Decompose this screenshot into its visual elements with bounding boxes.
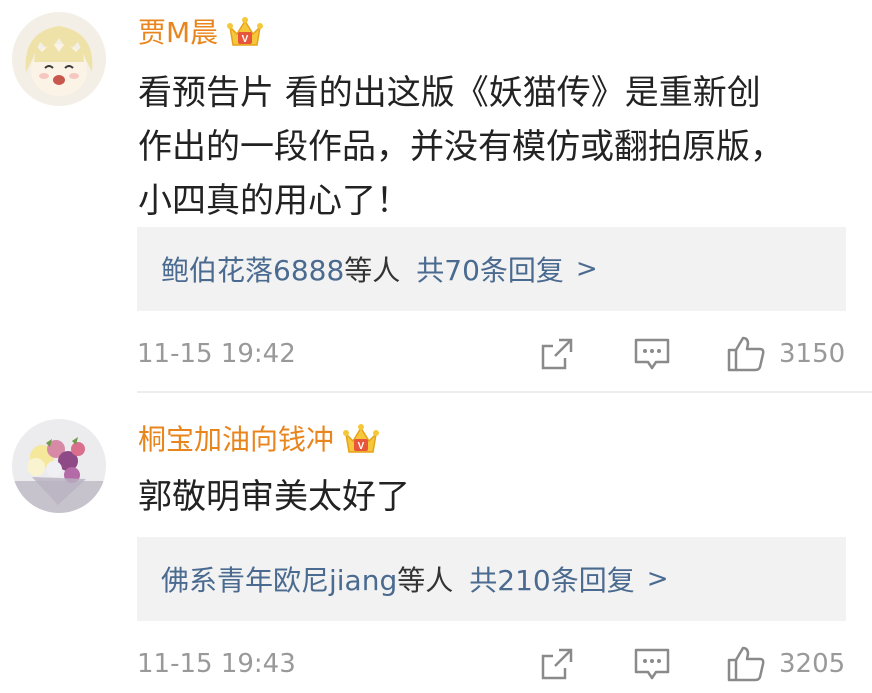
share-icon [541,648,573,680]
share-icon [541,338,573,370]
share-button[interactable] [537,334,577,374]
avatar[interactable] [12,419,106,513]
timestamp: 11-15 19:43 [137,649,296,679]
comment-button[interactable] [632,334,672,374]
comment-icon [634,338,670,370]
svg-text:V: V [242,34,249,45]
replies-summary[interactable]: 鲍伯花落6888 等人 共70条回复 > [137,227,846,311]
share-button[interactable] [537,644,577,684]
thumbs-up-icon [727,336,765,372]
comment-icon [634,648,670,680]
comment-footer: 11-15 19:42 3150 [137,330,846,378]
svg-text:V: V [358,441,365,452]
comment-item: 贾M晨 V 看预告片 看的出这版《妖猫传》是重新创 作出的一段作品，并没有模仿或… [0,0,872,393]
comment-button[interactable] [632,644,672,684]
thumbs-up-icon [727,646,765,682]
reply-count[interactable]: 共70条回复 [416,249,564,289]
like-count: 3205 [779,649,846,679]
anime-avatar-icon [12,12,106,106]
avatar[interactable] [12,12,106,106]
comment-text: 郭敬明审美太好了 [138,477,410,517]
username[interactable]: 贾M晨 [138,13,218,53]
username[interactable]: 桐宝加油向钱冲 [138,420,334,460]
reply-users-suffix: 等人 [397,564,454,597]
flower-bouquet-avatar-icon [12,419,106,513]
like-button[interactable]: 3150 [725,334,845,374]
user-row: 桐宝加油向钱冲 V [138,417,380,463]
comment-text: 看预告片 看的出这版《妖猫传》是重新创 作出的一段作品，并没有模仿或翻拍原版， … [138,73,784,221]
comment-item: 桐宝加油向钱冲 V 郭敬明审美太好了 佛系青年欧尼jiang 等人 共210条回… [0,392,872,693]
crown-vip-icon: V [342,422,380,458]
reply-count[interactable]: 共210条回复 [469,559,634,599]
reply-users-suffix: 等人 [344,254,401,287]
user-row: 贾M晨 V [138,10,264,56]
crown-vip-icon: V [226,15,264,51]
comment-footer: 11-15 19:43 3205 [137,640,846,688]
reply-users-link[interactable]: 佛系青年欧尼jiang [161,559,397,599]
replies-summary[interactable]: 佛系青年欧尼jiang 等人 共210条回复 > [137,537,846,621]
chevron-right-icon: > [575,254,598,284]
reply-users-link[interactable]: 鲍伯花落6888 [161,249,344,289]
like-count: 3150 [779,339,846,369]
timestamp: 11-15 19:42 [137,339,296,369]
like-button[interactable]: 3205 [725,644,845,684]
chevron-right-icon: > [646,564,669,594]
